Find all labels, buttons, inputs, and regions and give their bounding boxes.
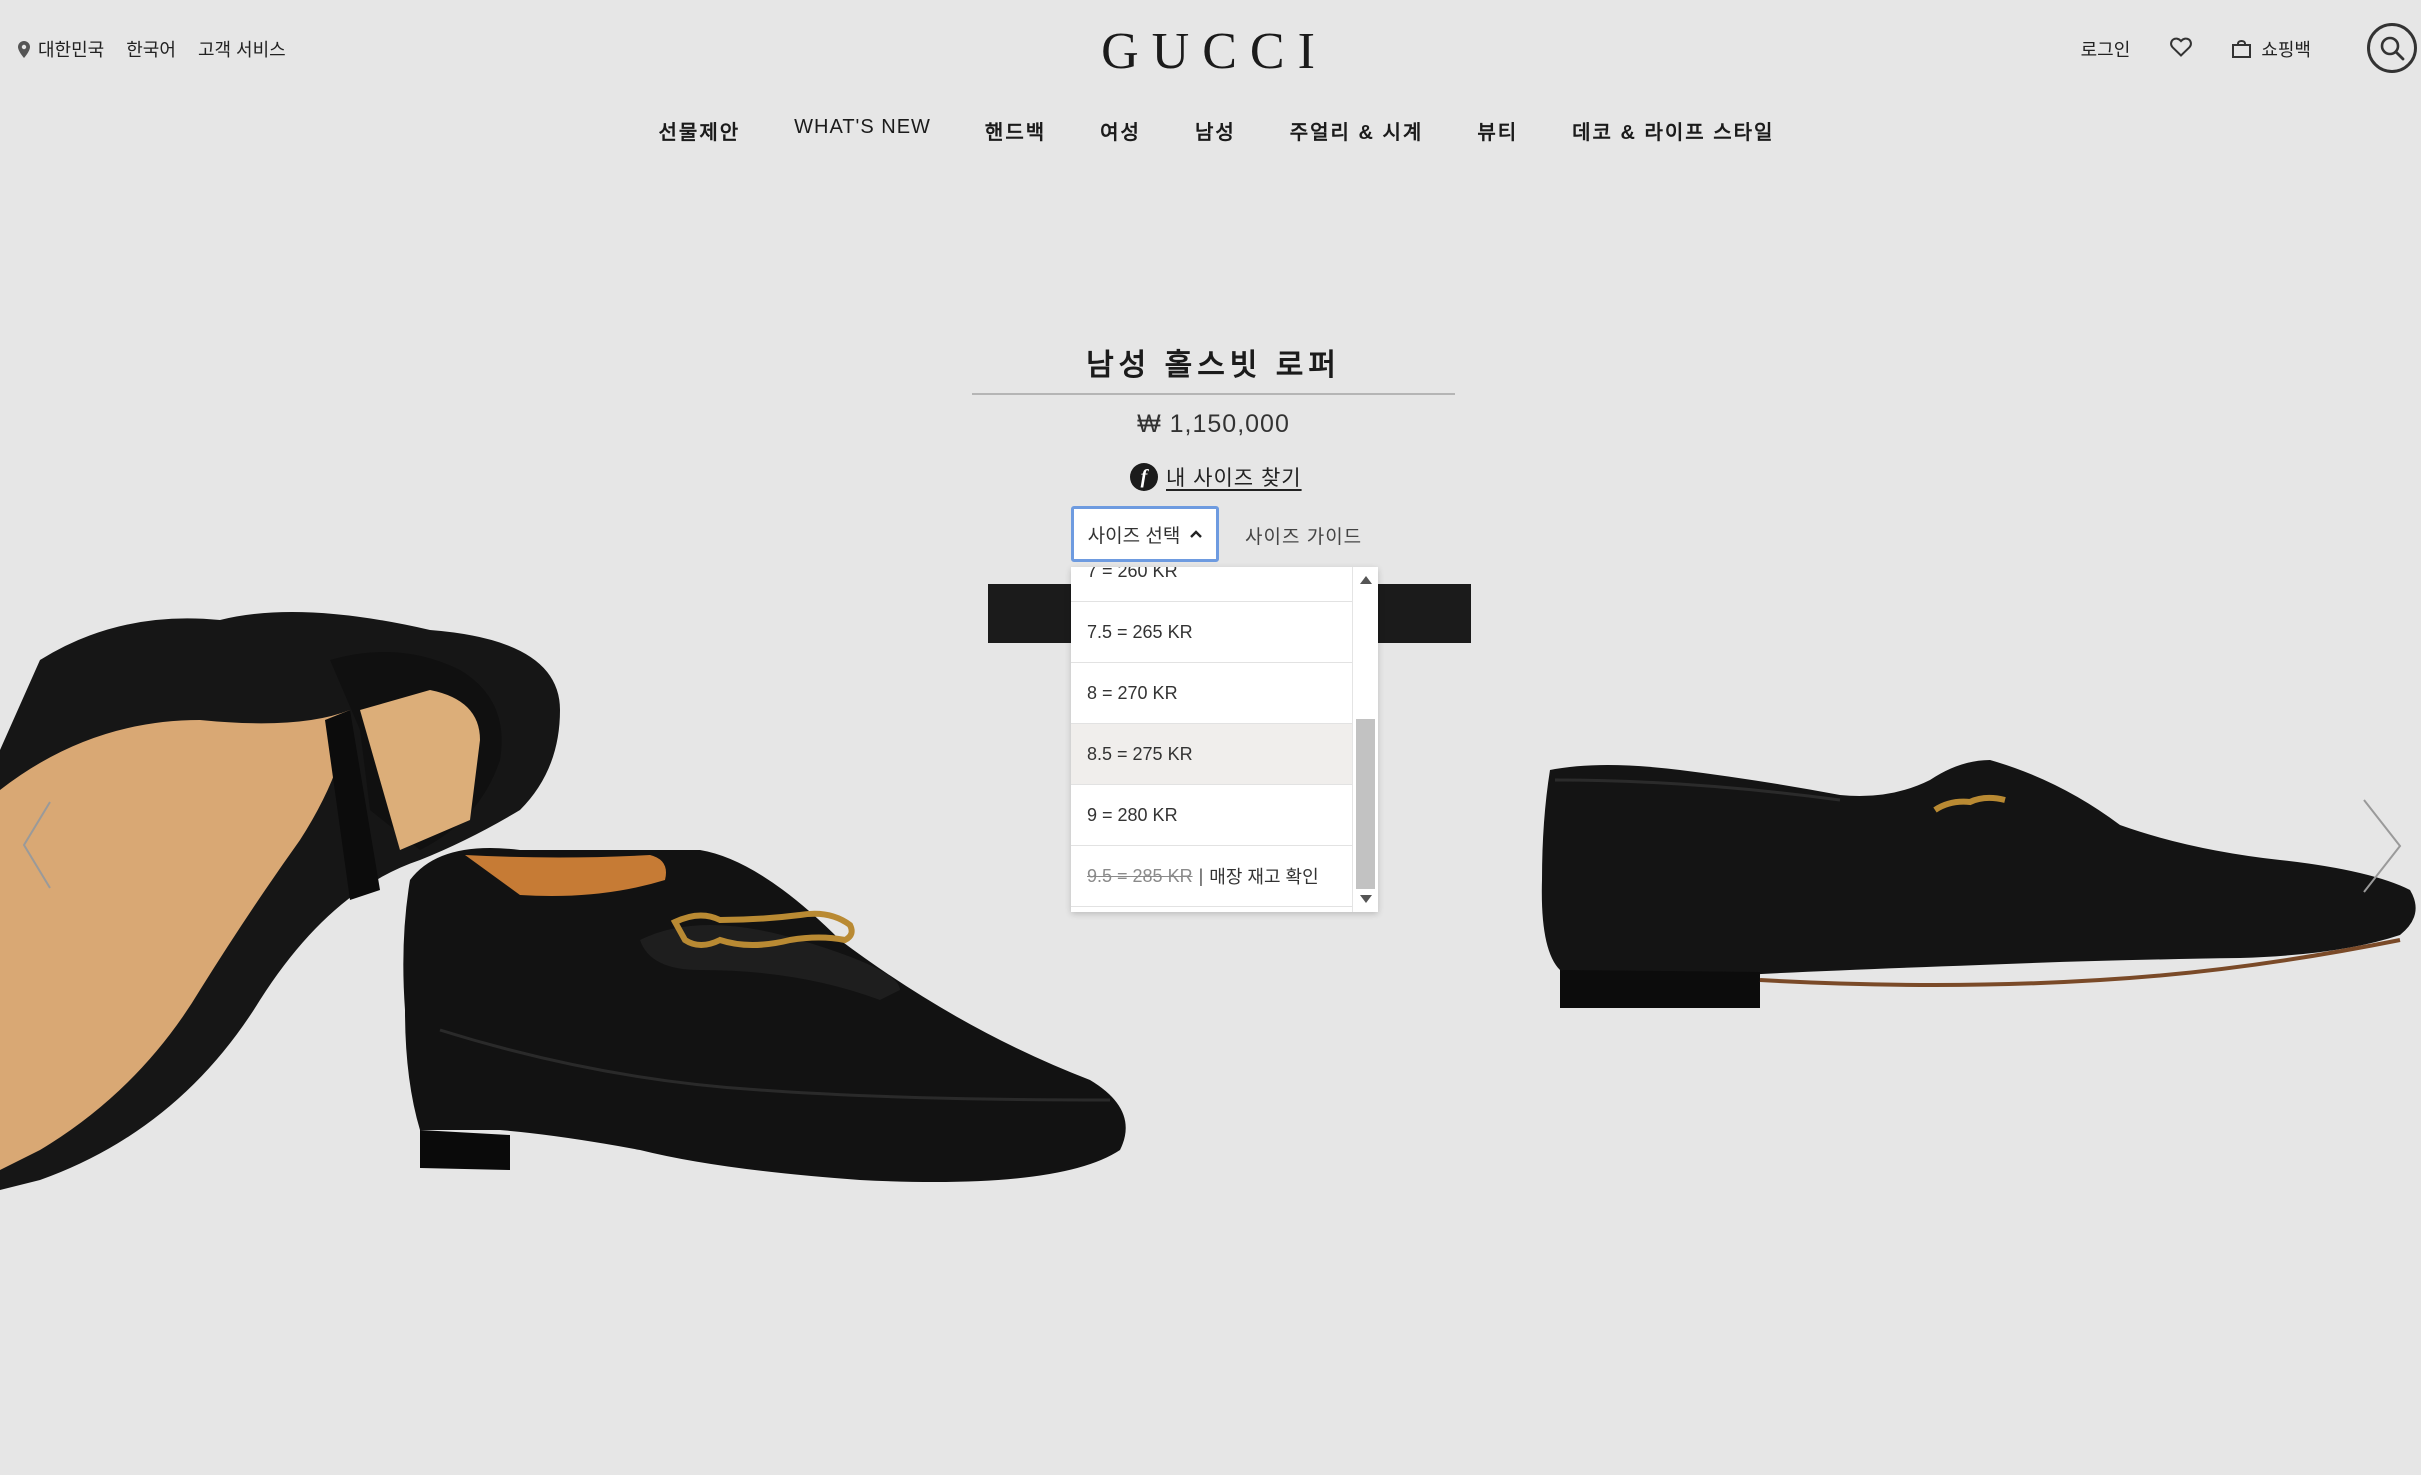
size-option-label: 9.5 = 285 KR bbox=[1087, 865, 1193, 886]
utility-links-left: 대한민국 한국어 고객 서비스 bbox=[18, 36, 286, 62]
scroll-down-arrow-icon[interactable] bbox=[1360, 895, 1372, 903]
product-price: ₩ 1,150,000 bbox=[1137, 410, 1290, 438]
country-selector[interactable]: 대한민국 bbox=[18, 36, 104, 62]
main-navigation: 선물제안 WHAT'S NEW 핸드백 여성 남성 주얼리 & 시계 뷰티 데코… bbox=[0, 116, 2421, 145]
language-selector[interactable]: 한국어 bbox=[126, 36, 176, 62]
location-pin-icon bbox=[18, 40, 30, 58]
size-option-list: 7 = 260 KR 7.5 = 265 KR 8 = 270 KR 8.5 =… bbox=[1071, 567, 1352, 912]
shopping-bag-label: 쇼핑백 bbox=[2261, 40, 2311, 60]
shopping-bag-button[interactable]: 쇼핑백 bbox=[2232, 36, 2311, 62]
chevron-left-icon[interactable] bbox=[22, 800, 52, 890]
scrollbar-thumb[interactable] bbox=[1356, 719, 1375, 889]
nav-item-whats-new[interactable]: WHAT'S NEW bbox=[794, 116, 931, 145]
size-option-unavailable[interactable]: 9.5 = 285 KR | 매장 재고 확인 bbox=[1071, 846, 1352, 907]
size-option-highlighted[interactable]: 8.5 = 275 KR bbox=[1071, 724, 1352, 785]
search-button[interactable] bbox=[2367, 23, 2417, 73]
nav-item-decor-lifestyle[interactable]: 데코 & 라이프 스타일 bbox=[1572, 116, 1774, 145]
search-icon bbox=[2380, 36, 2405, 61]
nav-item-men[interactable]: 남성 bbox=[1195, 116, 1236, 145]
nav-item-beauty[interactable]: 뷰티 bbox=[1477, 116, 1518, 145]
top-bar: 대한민국 한국어 고객 서비스 GUCCI 로그인 쇼핑백 bbox=[0, 0, 2421, 100]
size-option[interactable]: 7 = 260 KR bbox=[1071, 567, 1352, 602]
wishlist-button[interactable] bbox=[2170, 37, 2193, 62]
product-image-pair-angled bbox=[0, 612, 1126, 1190]
size-option-label: 8 = 270 KR bbox=[1087, 682, 1178, 703]
nav-item-handbags[interactable]: 핸드백 bbox=[985, 116, 1046, 145]
shopping-bag-icon bbox=[2232, 40, 2252, 58]
chevron-right-icon[interactable] bbox=[2362, 798, 2402, 894]
size-option-label: 8.5 = 275 KR bbox=[1087, 743, 1193, 764]
size-option-label: 7.5 = 265 KR bbox=[1087, 621, 1193, 642]
size-select-label: 사이즈 선택 bbox=[1087, 525, 1181, 547]
title-divider bbox=[972, 393, 1455, 395]
separator: | bbox=[1198, 865, 1204, 886]
size-guide-link[interactable]: 사이즈 가이드 bbox=[1245, 522, 1362, 549]
size-option-label: 9 = 280 KR bbox=[1087, 804, 1178, 825]
product-image-side bbox=[1541, 760, 2416, 1008]
nav-item-gifts[interactable]: 선물제안 bbox=[659, 116, 741, 145]
size-dropdown: 7 = 260 KR 7.5 = 265 KR 8 = 270 KR 8.5 =… bbox=[1071, 567, 1378, 912]
size-option[interactable]: 9 = 280 KR bbox=[1071, 785, 1352, 846]
customer-service-link[interactable]: 고객 서비스 bbox=[198, 36, 286, 62]
nav-item-jewelry-watches[interactable]: 주얼리 & 시계 bbox=[1290, 116, 1424, 145]
size-option[interactable]: 7.5 = 265 KR bbox=[1071, 602, 1352, 663]
size-option-label: 7 = 260 KR bbox=[1087, 567, 1178, 581]
gucci-logo[interactable]: GUCCI bbox=[1092, 26, 1337, 78]
login-link[interactable]: 로그인 bbox=[2081, 36, 2131, 62]
size-option[interactable]: 8 = 270 KR bbox=[1071, 663, 1352, 724]
chevron-up-icon bbox=[1190, 530, 1203, 538]
scroll-up-arrow-icon[interactable] bbox=[1360, 576, 1372, 584]
utility-links-right: 로그인 쇼핑백 bbox=[2081, 36, 2311, 62]
store-stock-check-label: 매장 재고 확인 bbox=[1209, 867, 1319, 887]
product-title: 남성 홀스빗 로퍼 bbox=[1086, 349, 1341, 382]
size-select[interactable]: 사이즈 선택 bbox=[1071, 506, 1219, 562]
heart-icon bbox=[2170, 37, 2193, 57]
nav-item-women[interactable]: 여성 bbox=[1100, 116, 1141, 145]
find-my-size-link[interactable]: f 내 사이즈 찾기 bbox=[1130, 462, 1302, 492]
dropdown-scrollbar[interactable] bbox=[1352, 567, 1378, 912]
fit-predictor-icon: f bbox=[1130, 463, 1158, 491]
country-label: 대한민국 bbox=[38, 40, 105, 60]
find-my-size-label: 내 사이즈 찾기 bbox=[1166, 467, 1302, 490]
